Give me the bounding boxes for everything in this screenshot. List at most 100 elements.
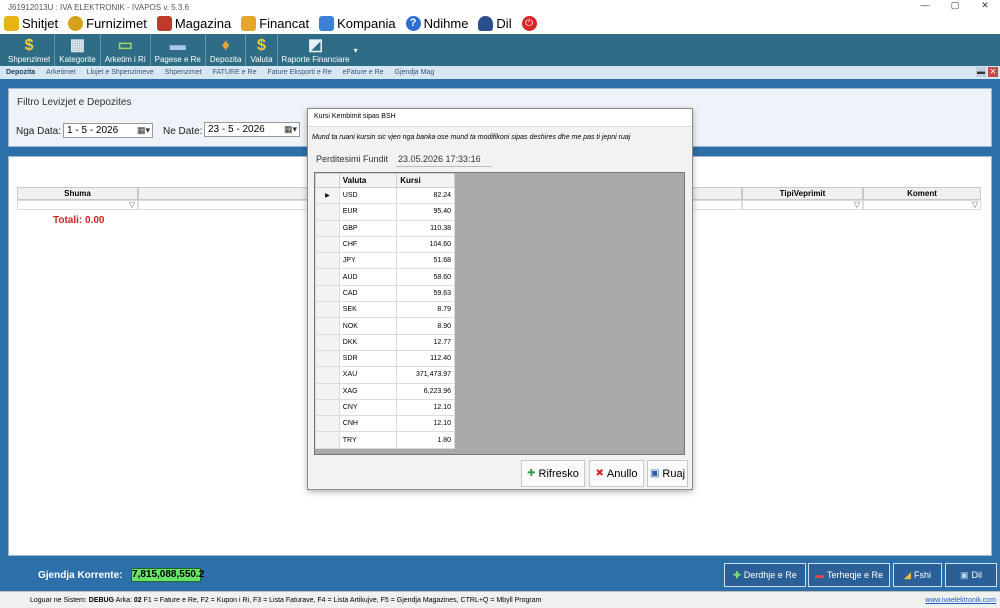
menu-furnizimet[interactable]: Furnizimet — [68, 16, 147, 31]
tab-minimize-icon[interactable]: ▬ — [976, 67, 986, 77]
currency-cell[interactable]: CNY — [338, 398, 398, 417]
refresh-button[interactable]: ✚ Rifresko — [521, 460, 585, 487]
column-header-kursi[interactable]: Kursi — [396, 173, 455, 188]
currency-cell[interactable]: AUD — [338, 268, 398, 286]
currency-cell[interactable]: DKK — [338, 333, 398, 351]
tab-close-icon[interactable]: ✕ — [988, 67, 998, 77]
rate-cell[interactable]: 51.68 — [396, 252, 455, 270]
maximize-button[interactable]: ▢ — [940, 0, 970, 11]
tab-efature[interactable]: eFature e Re — [343, 69, 384, 76]
toolbar-depozita-button[interactable]: ♦ Depozita — [206, 34, 247, 66]
rate-cell[interactable]: 12.10 — [396, 398, 455, 417]
currency-cell[interactable]: JPY — [338, 252, 398, 270]
currency-cell[interactable]: CAD — [338, 284, 398, 303]
filter-icon[interactable]: ▽ — [854, 200, 860, 209]
filter-icon[interactable]: ▽ — [972, 200, 978, 209]
rate-cell[interactable]: 82.24 — [396, 186, 455, 205]
currency-cell[interactable]: NOK — [338, 317, 398, 335]
rate-cell[interactable]: 110.38 — [396, 219, 455, 237]
toolbar-overflow-icon[interactable]: ▾ — [354, 46, 358, 55]
rate-cell[interactable]: 8.79 — [396, 301, 455, 319]
rate-row[interactable]: CHF 104.60 — [315, 235, 455, 254]
rate-row[interactable]: XAU 371,473.97 — [315, 366, 455, 384]
toolbar-pagese-button[interactable]: ▬ Pagese e Re — [151, 34, 206, 66]
currency-cell[interactable]: XAU — [338, 366, 398, 384]
currency-cell[interactable]: SEK — [338, 301, 398, 319]
column-header-koment[interactable]: Koment — [863, 187, 981, 200]
column-header-shuma[interactable]: Shuma — [17, 187, 138, 200]
toolbar-raporte-button[interactable]: ◩ Raporte Financiare — [278, 34, 354, 66]
rate-row[interactable]: GBP 110.38 — [315, 219, 455, 237]
deposit-button[interactable]: ✚ Derdhje e Re — [724, 563, 806, 587]
save-button[interactable]: ▣ Ruaj — [647, 460, 688, 487]
to-date-picker[interactable]: 23 - 5 - 2026 ▦▾ — [204, 122, 300, 137]
tab-fature-eksporti[interactable]: Fature Eksporti e Re — [267, 69, 331, 76]
currency-cell[interactable]: XAG — [338, 382, 398, 400]
rate-row[interactable]: DKK 12.77 — [315, 333, 455, 351]
rate-cell[interactable]: 59.63 — [396, 284, 455, 303]
tab-llojet-shpenzimeve[interactable]: Llojet e Shpenzimeve — [87, 69, 154, 76]
rate-cell[interactable]: 8.90 — [396, 317, 455, 335]
menu-financat[interactable]: Financat — [241, 16, 309, 31]
currency-cell[interactable]: CNH — [338, 415, 398, 433]
currency-cell[interactable]: USD — [338, 186, 398, 205]
tab-gjendja-mag[interactable]: Gjendja Mag — [395, 69, 435, 76]
exit-button[interactable]: ▣ Dil — [945, 563, 997, 587]
rate-row[interactable]: TRY 1.80 — [315, 431, 455, 449]
toolbar-arketim-button[interactable]: ▭ Arketim i Ri — [101, 34, 151, 66]
menu-dil[interactable]: Dil — [478, 16, 512, 31]
toolbar-kategorite-button[interactable]: ▦ Kategorite — [55, 34, 101, 66]
rate-row[interactable]: SDR 112.40 — [315, 349, 455, 368]
currency-cell[interactable]: GBP — [338, 219, 398, 237]
currency-cell[interactable]: CHF — [338, 235, 398, 254]
rate-cell[interactable]: 1.80 — [396, 431, 455, 449]
calendar-dropdown-icon[interactable]: ▦▾ — [284, 124, 297, 135]
cancel-button[interactable]: ✖ Anullo — [589, 460, 644, 487]
power-button[interactable]: ⏻ — [521, 16, 540, 31]
rate-cell[interactable]: 12.77 — [396, 333, 455, 351]
toolbar-shpenzimet-button[interactable]: $ Shpenzimet — [4, 34, 56, 66]
minimize-button[interactable]: — — [910, 0, 940, 11]
rate-cell[interactable]: 104.60 — [396, 235, 455, 254]
filter-icon[interactable]: ▽ — [129, 200, 135, 209]
currency-cell[interactable]: TRY — [338, 431, 398, 449]
rate-cell[interactable]: 95.40 — [396, 203, 455, 221]
rate-row[interactable]: SEK 8.79 — [315, 301, 455, 319]
rate-row[interactable]: AUD 58.60 — [315, 268, 455, 286]
website-link[interactable]: www.ivaelektronik.com — [925, 597, 996, 604]
rate-cell[interactable]: 58.60 — [396, 268, 455, 286]
menu-ndihme[interactable]: ? Ndihme — [405, 16, 468, 31]
menu-shitjet[interactable]: Shitjet — [4, 16, 58, 31]
withdraw-button[interactable]: ▬ Terheqje e Re — [808, 563, 890, 587]
tab-shpenzimet[interactable]: Shpenzimet — [165, 69, 202, 76]
filter-cell-koment[interactable]: ▽ — [863, 200, 981, 210]
rate-row[interactable]: XAG 6,223.96 — [315, 382, 455, 400]
menu-kompania[interactable]: Kompania — [319, 16, 396, 31]
filter-cell-shuma[interactable]: ▽ — [17, 200, 138, 210]
rate-row[interactable]: JPY 51.68 — [315, 252, 455, 270]
column-header-tipiveprimit[interactable]: TipiVeprimit — [742, 187, 863, 200]
rate-cell[interactable]: 112.40 — [396, 349, 455, 368]
rate-cell[interactable]: 6,223.96 — [396, 382, 455, 400]
tab-depozita[interactable]: Depozita — [6, 69, 35, 76]
rate-row[interactable]: NOK 8.90 — [315, 317, 455, 335]
rate-row[interactable]: CNH 12.10 — [315, 415, 455, 433]
rate-row[interactable]: CAD 59.63 — [315, 284, 455, 303]
rate-row[interactable]: ▶ USD 82.24 — [315, 186, 455, 205]
column-header-valuta[interactable]: Valuta — [338, 173, 398, 188]
rate-cell[interactable]: 12.10 — [396, 415, 455, 433]
menu-magazina[interactable]: Magazina — [156, 16, 231, 31]
filter-cell-tipiveprimit[interactable]: ▽ — [742, 200, 863, 210]
tab-arketimet[interactable]: Arketimet — [46, 69, 76, 76]
from-date-picker[interactable]: 1 - 5 - 2026 ▦▾ — [63, 123, 153, 138]
calendar-dropdown-icon[interactable]: ▦▾ — [137, 125, 150, 136]
rate-row[interactable]: CNY 12.10 — [315, 398, 455, 417]
close-button[interactable]: ✕ — [970, 0, 1000, 11]
currency-cell[interactable]: SDR — [338, 349, 398, 368]
tab-fature-re[interactable]: FATURE e Re — [213, 69, 257, 76]
toolbar-valuta-button[interactable]: $ Valuta — [246, 34, 278, 66]
rate-row[interactable]: EUR 95.40 — [315, 203, 455, 221]
rate-cell[interactable]: 371,473.97 — [396, 366, 455, 384]
delete-button[interactable]: ◢ Fshi — [893, 563, 942, 587]
currency-cell[interactable]: EUR — [338, 203, 398, 221]
